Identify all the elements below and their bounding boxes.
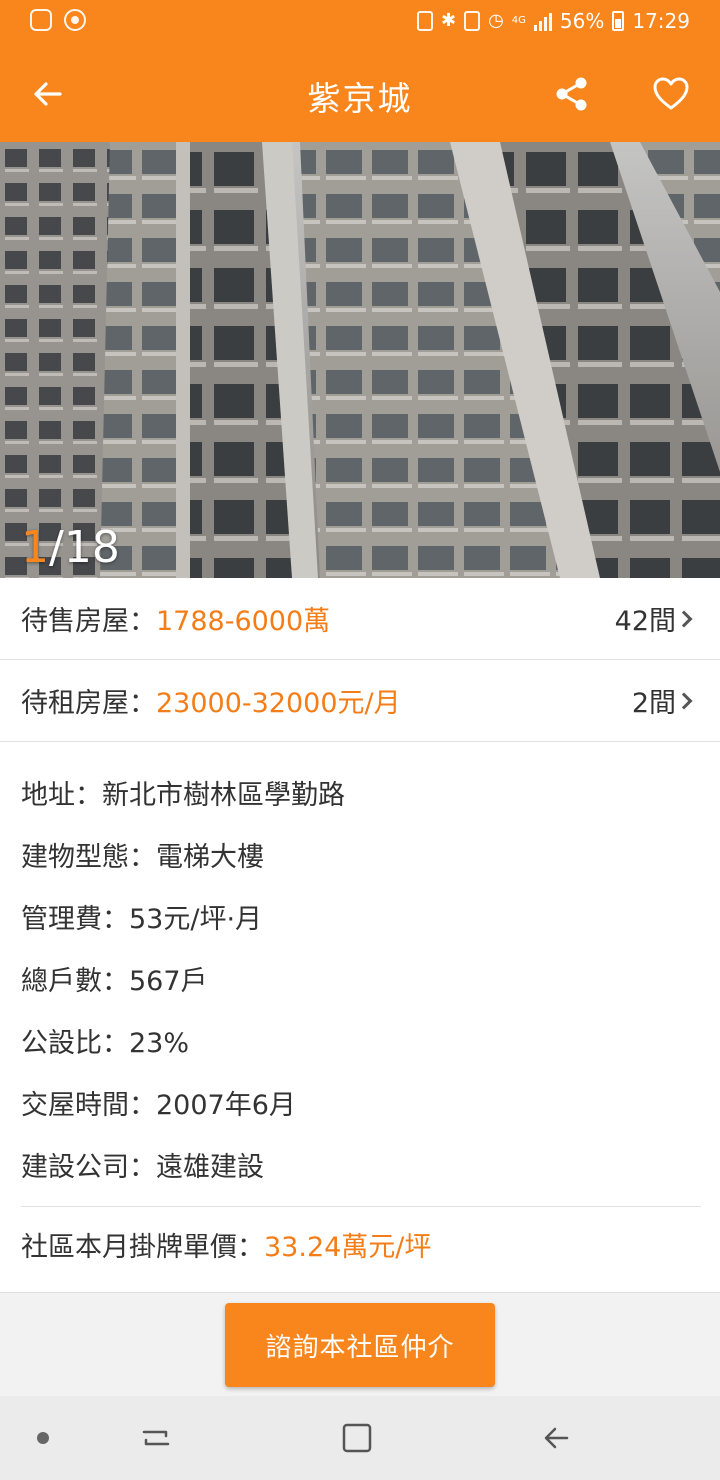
building-type-line: 建物型態：電梯大樓 bbox=[21, 842, 264, 873]
share-button[interactable] bbox=[542, 64, 602, 124]
for-rent-row[interactable]: 待租房屋：23000-32000元/月 2間 bbox=[0, 660, 720, 742]
status-bar: ✱ ◷ 4G 56% 17:29 bbox=[0, 0, 720, 46]
developer-line: 建設公司：遠雄建設 bbox=[21, 1152, 264, 1183]
heart-icon bbox=[653, 77, 689, 110]
average-price-label: 社區本月掛牌單價： bbox=[21, 1232, 264, 1263]
for-sale-colon: ： bbox=[129, 606, 156, 637]
building-photo-illustration bbox=[0, 142, 720, 578]
for-rent-label: 待租房屋 bbox=[21, 688, 129, 719]
address-line: 地址：新北市樹林區學勤路 bbox=[21, 780, 345, 811]
for-sale-label-group: 待售房屋：1788-6000萬 bbox=[21, 599, 330, 638]
photo-total: /18 bbox=[49, 522, 120, 573]
for-sale-row[interactable]: 待售房屋：1788-6000萬 42間 bbox=[0, 578, 720, 660]
voicemail-icon bbox=[30, 9, 52, 31]
for-sale-label: 待售房屋 bbox=[21, 606, 129, 637]
home-button[interactable] bbox=[337, 1418, 377, 1458]
for-sale-count-link[interactable]: 42間 bbox=[614, 599, 693, 638]
battery-icon bbox=[612, 11, 625, 31]
for-rent-count: 2間 bbox=[631, 688, 676, 719]
community-details: 地址：新北市樹林區學勤路 建物型態：電梯大樓 管理費：53元/坪·月 總戶數：5… bbox=[21, 772, 701, 1206]
property-photo[interactable]: 1/18 bbox=[0, 142, 720, 578]
for-rent-colon: ： bbox=[129, 688, 156, 719]
battery-percent: 56% bbox=[559, 9, 605, 33]
home-icon bbox=[342, 1423, 372, 1453]
chevron-right-icon bbox=[675, 610, 693, 627]
bottom-action-area: 諮詢本社區仲介 bbox=[0, 1292, 720, 1396]
app-notification-icon bbox=[416, 11, 433, 31]
recent-apps-icon bbox=[142, 1430, 170, 1446]
for-rent-price-range: 23000-32000元/月 bbox=[156, 688, 401, 719]
for-sale-count: 42間 bbox=[614, 606, 676, 637]
favorite-button[interactable] bbox=[641, 64, 701, 124]
total-households-line: 總戶數：567戶 bbox=[21, 966, 208, 997]
status-system-icons: ✱ ◷ 4G 56% 17:29 bbox=[416, 9, 690, 33]
status-notification-icons bbox=[30, 9, 86, 31]
for-rent-label-group: 待租房屋：23000-32000元/月 bbox=[21, 681, 401, 720]
nfc-icon bbox=[464, 11, 481, 31]
photo-counter: 1/18 bbox=[21, 522, 120, 573]
clock: 17:29 bbox=[632, 9, 690, 33]
public-ratio-line: 公設比：23% bbox=[21, 1028, 190, 1059]
for-rent-count-link[interactable]: 2間 bbox=[631, 681, 693, 720]
alarm-icon: ◷ bbox=[488, 10, 504, 31]
chevron-right-icon bbox=[675, 692, 693, 709]
delivery-date-line: 交屋時間：2007年6月 bbox=[21, 1090, 296, 1121]
consult-agent-button[interactable]: 諮詢本社區仲介 bbox=[225, 1303, 495, 1387]
system-back-button[interactable] bbox=[537, 1418, 577, 1458]
bluetooth-icon: ✱ bbox=[440, 10, 457, 31]
recent-apps-button[interactable] bbox=[136, 1418, 176, 1458]
page-title: 紫京城 bbox=[307, 79, 413, 118]
network-type: 4G bbox=[511, 15, 526, 26]
system-navigation-bar bbox=[0, 1396, 720, 1480]
settings-notification-icon bbox=[64, 9, 86, 31]
share-icon bbox=[556, 77, 587, 111]
for-sale-price-range: 1788-6000萬 bbox=[156, 606, 331, 637]
details-divider bbox=[21, 1206, 701, 1207]
signal-strength-icon bbox=[533, 11, 552, 31]
management-fee-line: 管理費：53元/坪·月 bbox=[21, 904, 263, 935]
app-bar: 紫京城 bbox=[0, 46, 720, 142]
nav-dot-icon bbox=[37, 1432, 49, 1444]
average-price-line: 社區本月掛牌單價：33.24萬元/坪 bbox=[21, 1225, 431, 1264]
photo-current-index: 1 bbox=[21, 522, 49, 573]
average-price-value: 33.24萬元/坪 bbox=[264, 1232, 432, 1263]
nav-back-icon bbox=[544, 1427, 569, 1449]
